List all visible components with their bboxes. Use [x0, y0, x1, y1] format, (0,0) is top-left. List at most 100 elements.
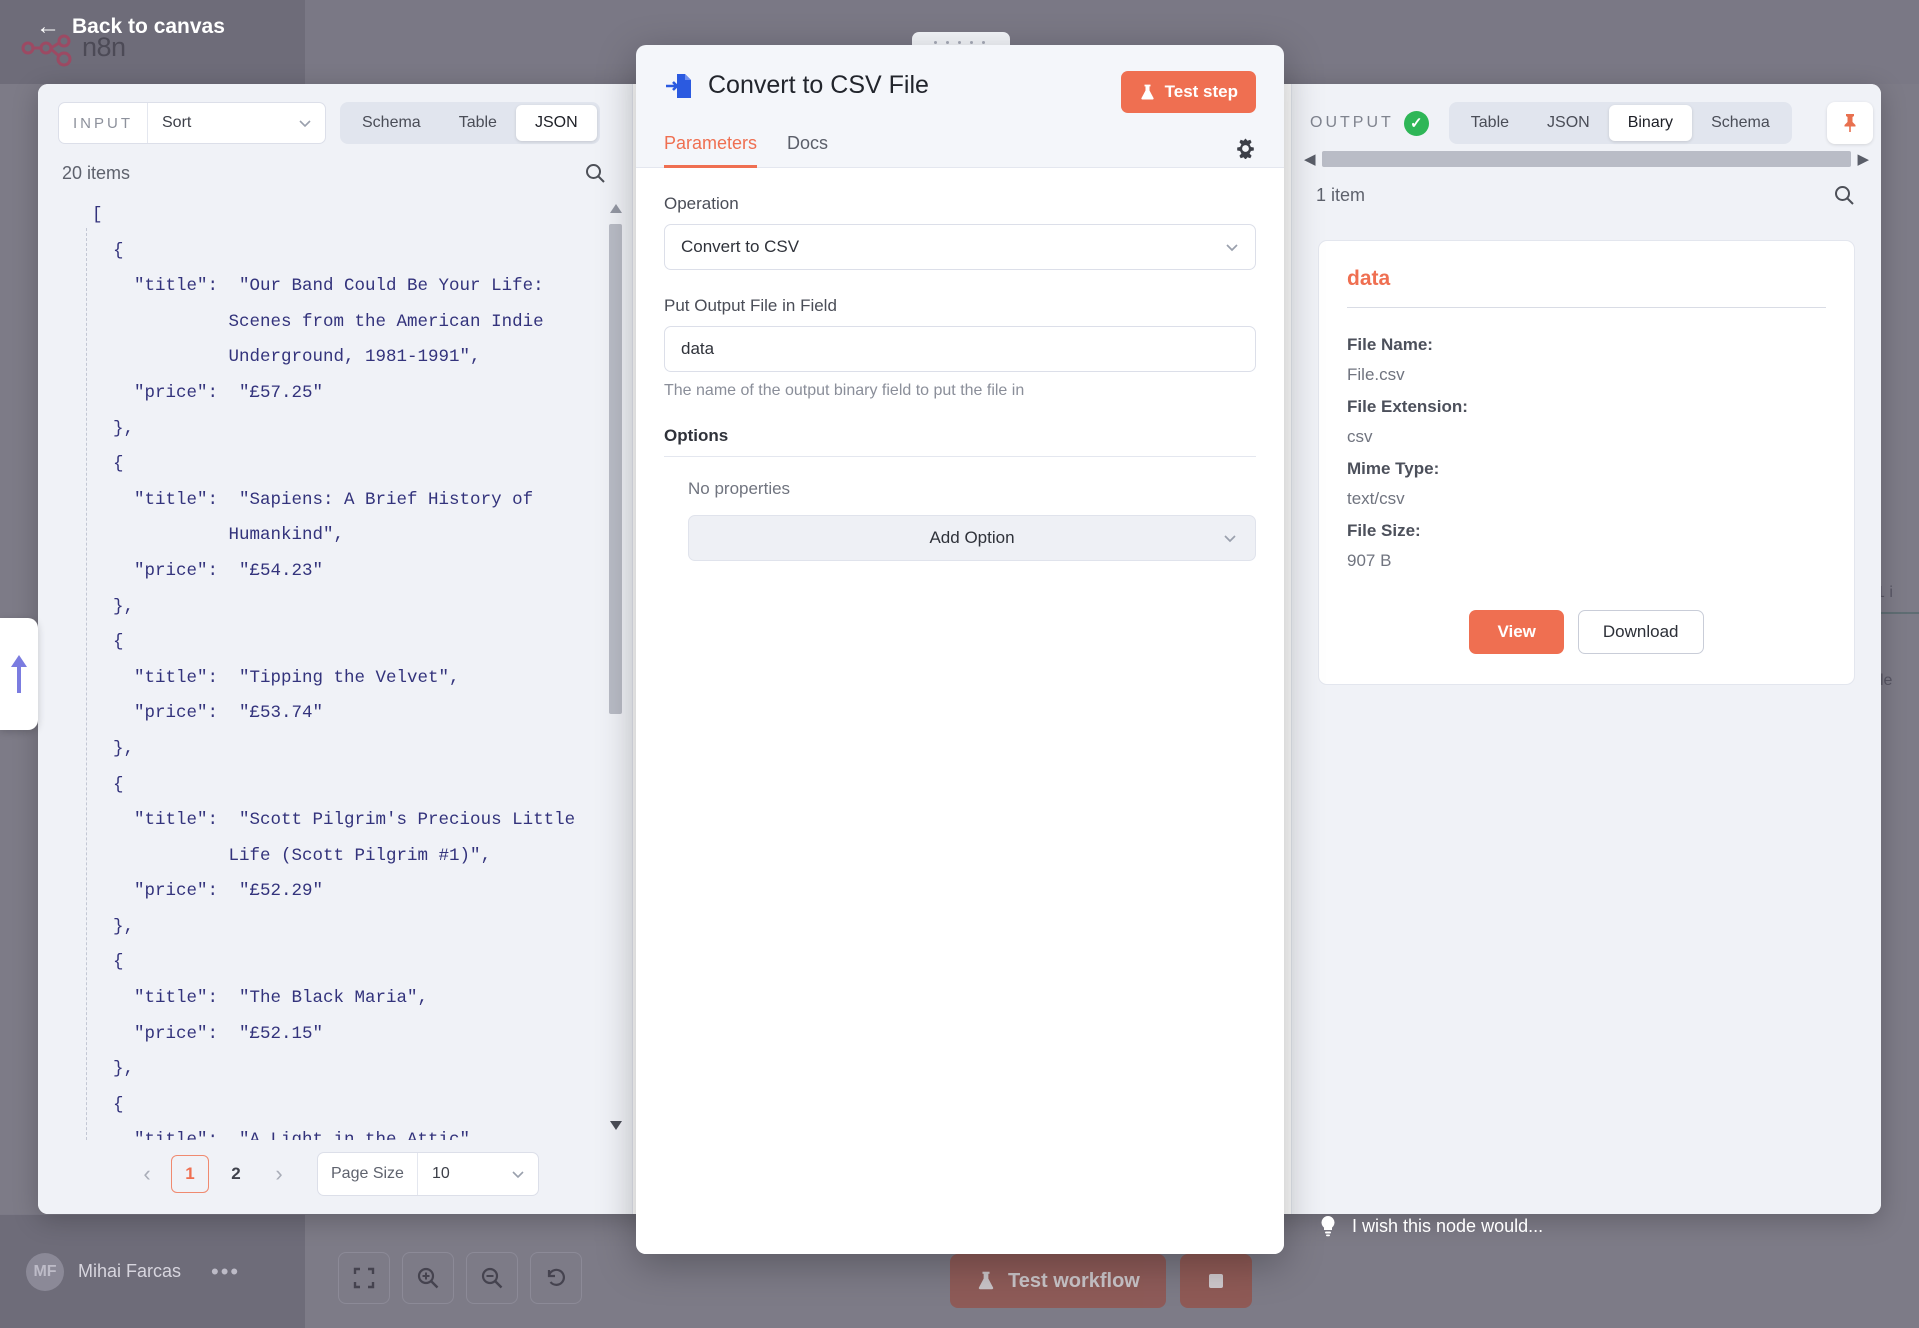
zoom-out-icon: [481, 1267, 503, 1289]
binary-row: File Extension: csv: [1347, 392, 1826, 452]
file-name-value: File.csv: [1347, 365, 1405, 384]
view-file-button[interactable]: View: [1469, 610, 1564, 654]
test-workflow-label: Test workflow: [1008, 1269, 1140, 1292]
test-workflow-button[interactable]: Test workflow: [950, 1254, 1166, 1308]
user-area: MF Mihai Farcas •••: [0, 1214, 305, 1328]
arrow-left-icon: ←: [36, 13, 60, 40]
app-root: n8n ← Back to canvas 1 i le INPUT Sort S…: [0, 0, 1919, 1328]
page-size-value-wrap[interactable]: 10: [418, 1153, 538, 1195]
binary-row: File Name: File.csv: [1347, 330, 1826, 390]
output-count-row: 1 item: [1292, 168, 1881, 214]
node-feedback-button[interactable]: I wish this node would...: [1296, 1202, 1919, 1250]
scroll-down-icon[interactable]: [610, 1121, 622, 1132]
output-tab-binary[interactable]: Binary: [1608, 105, 1693, 141]
no-properties-text: No properties: [688, 479, 791, 498]
zoom-out-button[interactable]: [466, 1252, 518, 1304]
add-option-label: Add Option: [929, 528, 1015, 547]
back-to-canvas-button[interactable]: ← Back to canvas: [36, 15, 225, 39]
output-horizontal-scrollbar[interactable]: ◀ ▶: [1292, 148, 1881, 168]
input-count-row: 20 items: [38, 154, 632, 192]
tab-parameters[interactable]: Parameters: [664, 133, 758, 168]
page-size-select[interactable]: Page Size 10: [317, 1152, 539, 1196]
modal-body: Operation Convert to CSV Put Output File…: [636, 168, 1284, 1254]
file-size-key: File Size:: [1347, 521, 1421, 540]
output-search-icon[interactable]: [1833, 184, 1855, 206]
test-step-button[interactable]: Test step: [1120, 71, 1256, 113]
options-header: Options: [664, 426, 1256, 457]
node-feedback-label: I wish this node would...: [1352, 1215, 1544, 1236]
reset-zoom-icon: [547, 1268, 565, 1286]
chevron-down-icon: [299, 120, 311, 128]
next-page-button[interactable]: ›: [263, 1156, 295, 1192]
input-panel-label: INPUT: [59, 103, 148, 143]
output-panel-label: OUTPUT: [1310, 114, 1394, 131]
scroll-left-icon[interactable]: ◀: [1304, 150, 1316, 168]
operation-label: Operation: [664, 194, 739, 213]
hscroll-thumb[interactable]: [1321, 151, 1852, 167]
stop-icon: [1208, 1274, 1223, 1288]
file-name-key: File Name:: [1347, 335, 1433, 354]
output-panel: OUTPUT ✓ Table JSON Binary Schema ◀ ▶ 1 …: [1291, 84, 1881, 1214]
output-tab-table[interactable]: Table: [1452, 105, 1528, 141]
back-to-canvas-label: Back to canvas: [72, 15, 225, 38]
binary-actions: View Download: [1347, 610, 1826, 654]
mime-type-key: Mime Type:: [1347, 459, 1440, 478]
output-tab-json[interactable]: JSON: [1528, 105, 1609, 141]
file-extension-value: csv: [1347, 427, 1373, 446]
input-panel: INPUT Sort Schema Table JSON 20 items […: [38, 84, 633, 1214]
modal-tabs: Parameters Docs: [636, 113, 1284, 168]
input-json-viewer[interactable]: [ { "title": "Our Band Could Be Your Lif…: [38, 192, 632, 1140]
pin-data-button[interactable]: [1827, 102, 1873, 144]
zoom-in-icon: [417, 1267, 439, 1289]
zoom-in-button[interactable]: [402, 1252, 454, 1304]
page-2-button[interactable]: 2: [217, 1155, 255, 1193]
input-source-select[interactable]: INPUT Sort: [58, 102, 326, 144]
prev-page-button[interactable]: ‹: [131, 1156, 163, 1192]
tab-table[interactable]: Table: [440, 105, 516, 141]
input-view-tabs: Schema Table JSON: [340, 102, 600, 144]
avatar[interactable]: MF: [26, 1252, 64, 1291]
tab-json[interactable]: JSON: [515, 105, 597, 141]
mime-type-value: text/csv: [1347, 489, 1405, 508]
output-panel-header: OUTPUT ✓ Table JSON Binary Schema: [1292, 84, 1881, 148]
lightbulb-icon: [1321, 1216, 1335, 1237]
binary-row: File Size: 907 B: [1347, 516, 1826, 576]
chevron-down-icon: [1224, 535, 1236, 543]
chevron-down-icon: [512, 1171, 524, 1179]
user-menu-button[interactable]: •••: [211, 1259, 240, 1285]
tab-docs[interactable]: Docs: [787, 133, 828, 168]
fit-to-screen-icon: [353, 1267, 375, 1289]
reset-zoom-button[interactable]: [530, 1252, 582, 1304]
input-source-text: Sort: [162, 114, 192, 131]
output-tab-schema[interactable]: Schema: [1692, 105, 1789, 141]
file-size-value: 907 B: [1347, 551, 1392, 570]
arrow-up-icon: [11, 655, 27, 693]
input-source-value[interactable]: Sort: [148, 103, 325, 143]
fit-to-screen-button[interactable]: [338, 1252, 390, 1304]
success-check-icon: ✓: [1403, 110, 1429, 136]
gear-icon[interactable]: [1235, 138, 1256, 159]
scroll-up-icon[interactable]: [610, 202, 622, 213]
binary-row: Mime Type: text/csv: [1347, 454, 1826, 514]
flask-icon: [978, 1271, 994, 1290]
file-extension-key: File Extension:: [1347, 397, 1468, 416]
node-title: Convert to CSV File: [708, 71, 929, 99]
page-1-button[interactable]: 1: [171, 1155, 209, 1193]
input-search-icon[interactable]: [584, 162, 606, 184]
tab-schema[interactable]: Schema: [343, 105, 440, 141]
input-pagination: ‹ 1 2 › Page Size 10: [38, 1140, 632, 1214]
user-name: Mihai Farcas: [78, 1261, 182, 1281]
scroll-to-top-tab[interactable]: [0, 618, 38, 730]
operation-value: Convert to CSV: [681, 237, 800, 256]
output-field-input[interactable]: [664, 326, 1256, 372]
scrollbar-thumb[interactable]: [609, 224, 622, 714]
chevron-down-icon: [1226, 244, 1238, 252]
page-size-value: 10: [431, 1165, 450, 1182]
stop-workflow-button[interactable]: [1179, 1254, 1252, 1308]
add-option-button[interactable]: Add Option: [688, 515, 1256, 561]
download-file-button[interactable]: Download: [1577, 610, 1704, 654]
page-size-label: Page Size: [318, 1153, 418, 1195]
scroll-right-icon[interactable]: ▶: [1857, 150, 1869, 168]
operation-select[interactable]: Convert to CSV: [664, 224, 1256, 270]
input-scrollbar[interactable]: [609, 202, 622, 1132]
